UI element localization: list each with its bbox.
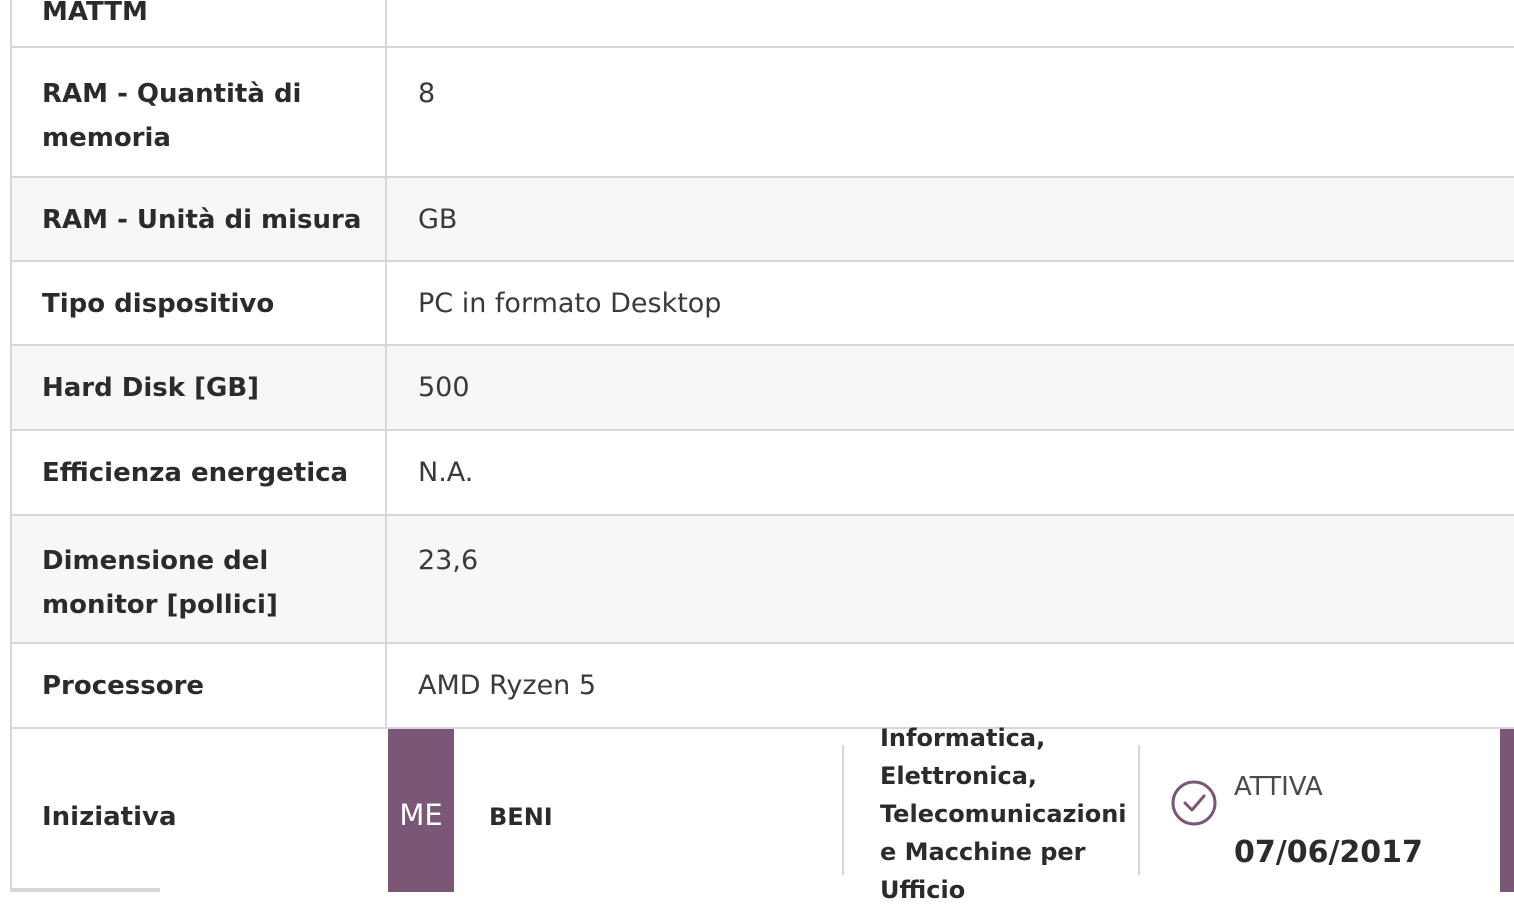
- row-label: Hard Disk [GB]: [12, 346, 387, 429]
- table-row: Dimensione del monitor [pollici] 23,6: [12, 516, 1514, 644]
- divider: [842, 745, 844, 875]
- table-row: Processore AMD Ryzen 5: [12, 644, 1514, 729]
- iniziativa-row: Iniziativa ME BENI Informatica, Elettron…: [12, 724, 1514, 904]
- row-label: MATTM: [12, 0, 387, 46]
- row-value: GB: [418, 204, 458, 235]
- table-row: MATTM: [12, 0, 1514, 48]
- iniziativa-category[interactable]: Informatica, Elettronica, Telecomunicazi…: [880, 719, 1127, 909]
- row-value: 8: [418, 78, 436, 109]
- accent-bar: [1500, 729, 1514, 892]
- iniziativa-label: Iniziativa: [42, 802, 177, 832]
- row-value: AMD Ryzen 5: [418, 670, 597, 701]
- row-value: 23,6: [418, 545, 479, 576]
- row-label: RAM - Unità di misura: [12, 178, 387, 260]
- table-row: Hard Disk [GB] 500: [12, 346, 1514, 431]
- table-row: Efficienza energetica N.A.: [12, 431, 1514, 516]
- status-date: 07/06/2017: [1234, 835, 1423, 870]
- iniziativa-type: BENI: [489, 803, 553, 831]
- table-row: RAM - Unità di misura GB: [12, 178, 1514, 262]
- divider: [10, 888, 160, 892]
- row-value: 500: [418, 372, 470, 403]
- table-row: Tipo dispositivo PC in formato Desktop: [12, 262, 1514, 346]
- status-label: ATTIVA: [1234, 772, 1323, 802]
- check-circle-icon: [1171, 780, 1217, 826]
- divider: [1138, 745, 1140, 875]
- row-label: Efficienza energetica: [12, 431, 387, 514]
- row-value: PC in formato Desktop: [418, 288, 722, 319]
- row-label: RAM - Quantità di memoria: [12, 48, 387, 176]
- row-label: Dimensione del monitor [pollici]: [12, 516, 387, 642]
- table-row: RAM - Quantità di memoria 8: [12, 48, 1514, 178]
- product-spec-table: MATTM RAM - Quantità di memoria 8 RAM - …: [10, 0, 1514, 904]
- row-value: N.A.: [418, 457, 474, 488]
- row-label: Tipo dispositivo: [12, 262, 387, 344]
- row-label: Processore: [12, 644, 387, 727]
- marketplace-badge: ME: [388, 729, 454, 892]
